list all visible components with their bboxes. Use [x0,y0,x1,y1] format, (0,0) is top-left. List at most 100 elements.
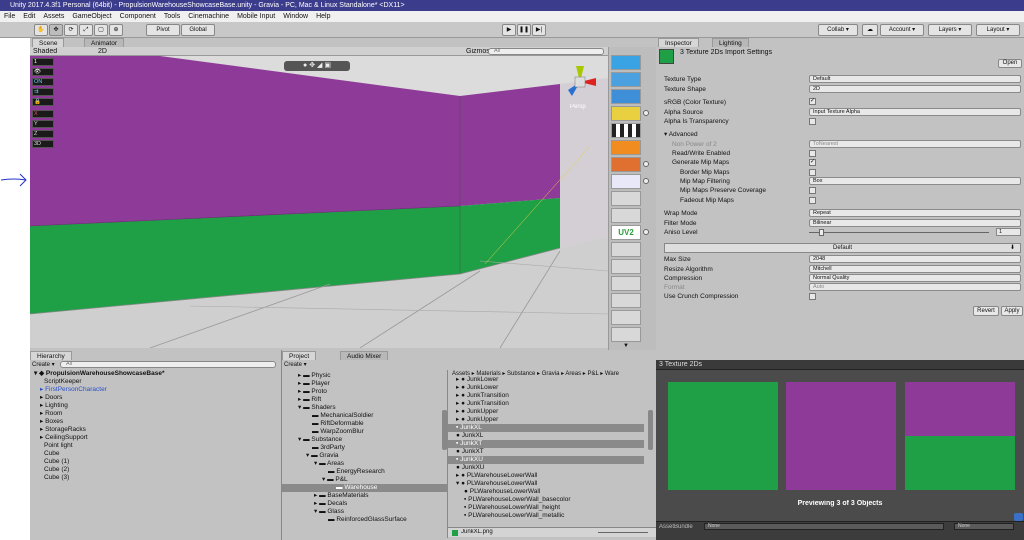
tab-inspector[interactable]: Inspector [658,38,699,47]
file-junkxu-2[interactable]: ● JunkXU [456,464,485,472]
revert-button[interactable]: Revert [973,306,999,316]
orientation-gizmo[interactable] [560,62,600,102]
file-junkxt-1[interactable]: ▪ JunkXT [448,440,644,448]
side-button-x[interactable]: X [32,110,54,118]
menu-tools[interactable]: Tools [164,13,180,20]
hier-item-pointlight[interactable]: Point light [44,442,73,450]
shape-tool-6-icon[interactable] [611,293,641,308]
step-button[interactable]: ▶| [532,24,546,36]
hier-item-boxes[interactable]: ▸ Boxes [40,418,63,426]
rotate-tool-button[interactable]: ⟳ [64,24,78,36]
account-button[interactable]: Account ▾ [880,24,924,36]
gizmos-dropdown[interactable]: Gizmos [466,48,490,55]
folder-rift[interactable]: ▸ ▬ Rift [298,396,321,404]
global-button[interactable]: Global [181,24,215,36]
aniso-slider-handle[interactable] [819,229,824,236]
collab-button[interactable]: Collab ▾ [818,24,858,36]
shape-tool-8-icon[interactable] [611,327,641,342]
arrows-icon[interactable]: ⇉ [32,88,54,96]
menu-assets[interactable]: Assets [43,13,64,20]
layout-button[interactable]: Layout ▾ [976,24,1020,36]
tab-lighting[interactable]: Lighting [712,38,749,47]
assetbundle-variant-dropdown[interactable]: None [954,523,1014,530]
open-button[interactable]: Open [998,59,1022,68]
tab-project[interactable]: Project [282,351,317,360]
scene-overlay-tools[interactable]: ● ✥ ◢ ▣ [284,61,350,71]
move-tool-button[interactable]: ✥ [49,24,63,36]
hier-item-doors[interactable]: ▸ Doors [40,394,62,402]
brick-tool-icon[interactable] [611,140,641,155]
folder-reinforcedglasssurface[interactable]: ▬ ReinforcedGlassSurface [328,516,407,524]
side-button-z[interactable]: Z [32,130,54,138]
side-button-3d[interactable]: 3D [32,140,54,148]
plane-tool-icon[interactable] [611,72,641,87]
chat-icon[interactable] [1014,513,1023,521]
menu-edit[interactable]: Edit [23,13,35,20]
mip-filtering-dropdown[interactable]: Box [809,177,1021,185]
format-dropdown[interactable]: Auto [809,283,1021,291]
alpha-transparency-checkbox[interactable] [809,118,816,125]
wrap-mode-dropdown[interactable]: Repeat [809,209,1021,217]
crunch-compression-checkbox[interactable] [809,293,816,300]
shading-mode-dropdown[interactable]: Shaded [33,48,57,55]
scene-root[interactable]: ▾ ◆ PropulsionWarehouseShowcaseBase* [34,370,164,378]
shape-tool-3-icon[interactable] [611,242,641,257]
aniso-slider-track[interactable] [809,232,989,233]
transform-tool-button[interactable]: ⊕ [109,24,123,36]
hand-tool-button[interactable]: ✋ [34,24,48,36]
menu-help[interactable]: Help [316,13,330,20]
icon-size-slider[interactable] [598,532,648,533]
file-junkupper-1[interactable]: ▸ ● JunkUpper [456,408,498,416]
folder-shaders[interactable]: ▾ ▬ Shaders [298,404,336,412]
side-button-1[interactable]: 1 [32,58,54,66]
play-button[interactable]: ▶ [502,24,516,36]
file-plwarehouselowerwall-height[interactable]: ▪ PLWarehouseLowerWall_height [464,504,560,512]
pivot-button[interactable]: Pivot [146,24,180,36]
resize-algorithm-dropdown[interactable]: Mitchell [809,265,1021,273]
file-junklower-2[interactable]: ▸ ● JunkLower [456,384,498,392]
shape-tool-2-icon[interactable] [611,208,641,223]
file-junktransition-2[interactable]: ▸ ● JunkTransition [456,400,509,408]
file-junkxu-1[interactable]: ▪ JunkXU [448,456,644,464]
folder-riftdeformable[interactable]: ▬ RiftDeformable [312,420,364,428]
file-junktransition-1[interactable]: ▸ ● JunkTransition [456,392,509,400]
file-junkxt-2[interactable]: ● JunkXT [456,448,484,456]
folder-warpzoomblur[interactable]: ▬ WarpZoomBlur [312,428,364,436]
menu-cinemachine[interactable]: Cinemachine [188,13,229,20]
compression-dropdown[interactable]: Normal Quality [809,274,1021,282]
menu-component[interactable]: Component [120,13,156,20]
hier-item-cube-3[interactable]: Cube (3) [44,474,69,482]
cloud-icon[interactable]: ☁ [862,24,878,36]
hierarchy-search-input[interactable]: All [60,361,276,368]
hier-item-scriptkeeper[interactable]: ScriptKeeper [44,378,82,386]
shape-tool-5-icon[interactable] [611,276,641,291]
paint-tool-icon[interactable] [611,106,641,121]
texture-type-dropdown[interactable]: Default [809,75,1021,83]
file-junkxl-1[interactable]: ▪ JunkXL [448,424,644,432]
shape-tool-4-icon[interactable] [611,259,641,274]
pause-button[interactable]: ❚❚ [517,24,531,36]
scroll-down-icon[interactable]: ▼ [623,343,629,349]
aniso-level-input[interactable]: 1 [996,228,1021,236]
hier-item-cube-1[interactable]: Cube (1) [44,458,69,466]
filter-mode-dropdown[interactable]: Bilinear [809,219,1021,227]
assetbundle-name-dropdown[interactable]: None [704,523,944,530]
texture-shape-dropdown[interactable]: 2D [809,85,1021,93]
folder-physic[interactable]: ▸ ▬ Physic [298,372,331,380]
paint-tool-radio[interactable] [643,110,649,116]
mip-coverage-checkbox[interactable] [809,187,816,194]
project-create-button[interactable]: Create ▾ [284,361,307,368]
file-plwarehouselowerwall-basecolor[interactable]: ▪ PLWarehouseLowerWall_basecolor [464,496,571,504]
generate-mipmaps-checkbox[interactable]: ✓ [809,159,816,166]
layers-button[interactable]: Layers ▾ [928,24,972,36]
advanced-foldout[interactable]: ▾ Advanced [664,130,698,139]
alpha-source-dropdown[interactable]: Input Texture Alpha [809,108,1021,116]
scale-tool-button[interactable]: ⤢ [79,24,93,36]
border-mipmaps-checkbox[interactable] [809,169,816,176]
max-size-dropdown[interactable]: 2048 [809,255,1021,263]
side-button-y[interactable]: Y [32,120,54,128]
eye-icon[interactable]: 👁 [32,68,54,76]
projection-label[interactable]: Persp [570,104,586,110]
rect-tool-button[interactable]: ▢ [94,24,108,36]
hier-item-storageracks[interactable]: ▸ StorageRacks [40,426,86,434]
